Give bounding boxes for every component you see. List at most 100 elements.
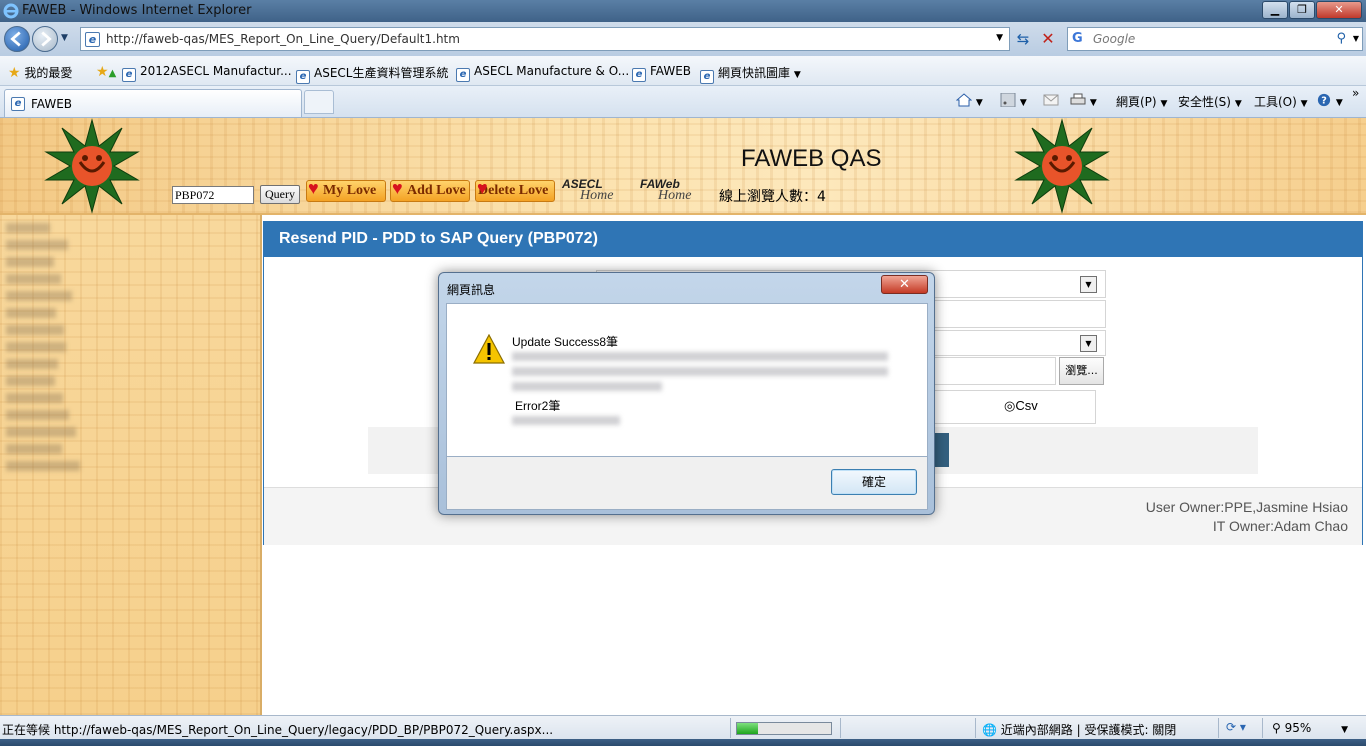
protected-mode-icon[interactable]: ⟳ ▾: [1226, 720, 1246, 734]
search-box[interactable]: G Google ⚲ ▼: [1067, 27, 1363, 51]
google-logo-icon: G: [1072, 31, 1083, 46]
my-love-button[interactable]: ♥ My Love: [306, 178, 386, 202]
page-icon: e: [85, 32, 100, 47]
browse-button[interactable]: 瀏覽...: [1059, 357, 1104, 385]
ie-page-icon: e: [700, 70, 714, 84]
safety-menu[interactable]: 安全性(S) ▼: [1178, 93, 1242, 110]
sidebar-item[interactable]: [6, 291, 72, 301]
back-arrow-icon: [10, 31, 21, 47]
address-dropdown-icon[interactable]: ▼: [996, 33, 1003, 43]
favorite-link-4[interactable]: e FAWEB: [632, 64, 691, 82]
favorites-label: 我的最愛: [24, 66, 73, 80]
ie-page-icon: e: [632, 68, 646, 82]
tools-menu[interactable]: 工具(O) ▼: [1254, 93, 1308, 110]
chevron-down-icon[interactable]: ▼: [1080, 276, 1097, 293]
sidebar-item[interactable]: [6, 223, 50, 233]
chevron-down-icon[interactable]: ▼: [1080, 335, 1097, 352]
star-icon: ★: [8, 65, 21, 81]
message-dialog: 網頁訊息 ✕ Update Success8筆 Error2筆 確定: [438, 272, 935, 515]
zoom-level: 95%: [1284, 721, 1312, 735]
dialog-footer: 確定: [446, 457, 928, 510]
search-dropdown-icon[interactable]: ▼: [1353, 34, 1359, 43]
maximize-button[interactable]: ❐: [1289, 1, 1315, 19]
favorite-link-1[interactable]: e 2012ASECL Manufactur...: [122, 64, 292, 82]
sidebar-item[interactable]: [6, 427, 76, 437]
divider: [730, 718, 731, 738]
ie-logo-icon: [3, 3, 19, 19]
sidebar-item[interactable]: [6, 274, 61, 284]
sun-logo-icon: [1014, 118, 1110, 214]
dialog-close-button[interactable]: ✕: [881, 275, 928, 294]
favorite-link-3[interactable]: e ASECL Manufacture & O...: [456, 64, 629, 82]
ok-button[interactable]: 確定: [831, 469, 917, 495]
sidebar-item[interactable]: [6, 461, 80, 471]
site-title: FAWEB QAS: [741, 145, 882, 172]
dialog-success-message: Update Success8筆: [512, 335, 619, 349]
window-titlebar: FAWEB - Windows Internet Explorer ▁ ❐ ✕: [0, 0, 1366, 22]
site-banner: FAWEB QAS PBP072 Query ♥ My Love ♥ Add Lov…: [0, 118, 1366, 215]
help-icon[interactable]: ? ▼: [1316, 93, 1343, 108]
divider: [840, 718, 841, 738]
ie-page-icon: e: [122, 68, 136, 82]
new-tab-button[interactable]: [304, 90, 334, 114]
faweb-home-link[interactable]: FAWeb Home: [640, 178, 691, 203]
status-text: 正在等候 http://faweb-qas/MES_Report_On_Line…: [2, 723, 554, 737]
sidebar-item[interactable]: [6, 342, 66, 352]
it-owner-text: IT Owner:Adam Chao: [1212, 518, 1348, 534]
address-url[interactable]: http://faweb-qas/MES_Report_On_Line_Quer…: [106, 32, 460, 46]
taskbar-edge: [0, 739, 1366, 746]
csv-radio[interactable]: ◎Csv: [1004, 398, 1038, 414]
sidebar-item[interactable]: [6, 444, 62, 454]
search-placeholder[interactable]: Google: [1093, 32, 1135, 46]
ie-page-icon: e: [11, 97, 25, 111]
ie-page-icon: e: [456, 68, 470, 82]
minimize-button[interactable]: ▁: [1262, 1, 1288, 19]
heart-icon: ♥: [308, 178, 319, 198]
stop-icon[interactable]: ✕: [1038, 29, 1058, 49]
query-input[interactable]: PBP072: [172, 186, 254, 204]
page-menu[interactable]: 網頁(P) ▼: [1116, 93, 1167, 110]
zoom-control[interactable]: ⚲ 95% ▼: [1272, 721, 1348, 735]
forward-button[interactable]: [32, 26, 58, 52]
window-close-button[interactable]: ✕: [1316, 1, 1362, 19]
query-button[interactable]: Query: [260, 185, 300, 204]
asecl-home-link[interactable]: ASECL Home: [562, 178, 613, 203]
security-zone[interactable]: 🌐 近端內部網路 | 受保護模式: 關閉: [982, 721, 1176, 738]
online-user-count: 線上瀏覽人數：4: [719, 189, 826, 205]
search-icon[interactable]: ⚲: [1336, 31, 1346, 46]
warning-icon: [473, 334, 505, 364]
back-button[interactable]: [4, 26, 30, 52]
redacted-line: [512, 382, 662, 391]
tab-faweb[interactable]: e FAWEB: [4, 89, 302, 117]
dialog-error-message: Error2筆: [515, 399, 561, 413]
add-favorite-icon[interactable]: ★▲: [96, 64, 116, 80]
status-bar: 正在等候 http://faweb-qas/MES_Report_On_Line…: [0, 715, 1366, 739]
sidebar-item[interactable]: [6, 393, 63, 403]
submit-button[interactable]: [933, 433, 949, 467]
add-love-button[interactable]: ♥ Add Love: [390, 178, 470, 202]
favorite-link-5[interactable]: e 網頁快訊圖庫 ▼: [700, 64, 801, 84]
chevron-more-icon[interactable]: »: [1352, 86, 1359, 100]
favorites-button[interactable]: ★ 我的最愛: [8, 64, 72, 81]
home-icon[interactable]: ▼: [956, 93, 983, 108]
history-dropdown-icon[interactable]: ▼: [61, 33, 68, 43]
print-icon[interactable]: ▼: [1070, 93, 1097, 108]
sidebar-item[interactable]: [6, 240, 68, 250]
loading-progress: [736, 722, 832, 735]
feeds-icon[interactable]: ▼: [1000, 93, 1027, 108]
sidebar-item[interactable]: [6, 257, 54, 267]
sidebar-item[interactable]: [6, 308, 56, 318]
refresh-icon[interactable]: ⇆: [1013, 29, 1033, 49]
sidebar-item[interactable]: [6, 359, 58, 369]
mail-icon[interactable]: [1043, 93, 1059, 108]
redacted-line: [512, 416, 620, 425]
address-toolbar: ▼ e http://faweb-qas/MES_Report_On_Line_…: [0, 22, 1366, 56]
sidebar-item[interactable]: [6, 325, 64, 335]
sun-logo-icon: [44, 118, 140, 214]
address-field[interactable]: e http://faweb-qas/MES_Report_On_Line_Qu…: [80, 27, 1010, 51]
sidebar-item[interactable]: [6, 410, 69, 420]
heart-icon: ♥: [392, 178, 403, 198]
sidebar-item[interactable]: [6, 376, 55, 386]
favorite-link-2[interactable]: e ASECL生產資料管理系統: [296, 64, 448, 84]
delete-love-button[interactable]: ♥ Delete Love: [475, 178, 555, 202]
